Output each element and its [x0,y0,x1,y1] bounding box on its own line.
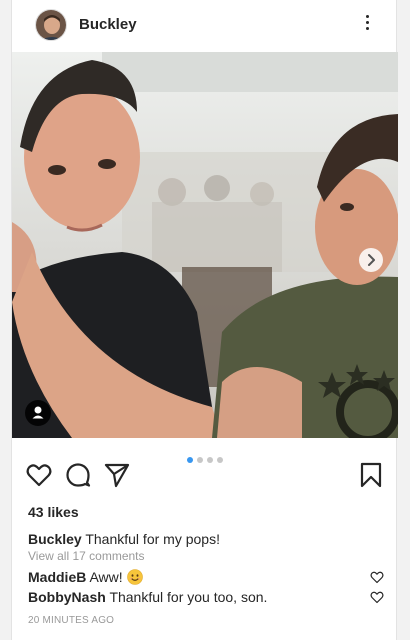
smiling-face-emoji [126,569,143,585]
comment-text: Thankful for you too, son. [109,589,268,605]
carousel-dot [197,457,203,463]
post-photo[interactable] [12,52,398,438]
carousel-dot [217,457,223,463]
more-vertical-icon[interactable] [359,12,375,38]
bookmark-icon[interactable] [357,461,385,489]
caption-text: Thankful for my pops! [85,531,220,547]
post-username[interactable]: Buckley [79,16,137,33]
heart-icon[interactable] [25,461,53,489]
comment-username[interactable]: BobbyNash [28,589,106,605]
comment-username[interactable]: MaddieB [28,569,86,585]
caption-username[interactable]: Buckley [28,531,82,547]
carousel-dot [187,457,193,463]
comment-item: MaddieB Aww! [28,569,143,585]
comment-item: BobbyNash Thankful for you too, son. [28,589,267,605]
view-all-comments-link[interactable]: View all 17 comments [28,549,145,563]
post-header: Buckley [12,0,396,52]
avatar[interactable] [35,9,67,41]
comment-text: Aww! [89,569,123,585]
post-card: Buckley 43 likes Buckley Thankful for my… [11,0,398,640]
post-timestamp: 20 MINUTES AGO [28,615,115,626]
heart-icon[interactable] [370,590,384,604]
user-icon[interactable] [25,400,51,426]
carousel-dot [207,457,213,463]
heart-icon[interactable] [370,570,384,584]
carousel-dots [187,457,223,463]
send-icon[interactable] [103,461,131,489]
comment-icon[interactable] [64,461,92,489]
post-caption: Buckley Thankful for my pops! [28,531,220,547]
likes-count[interactable]: 43 likes [28,504,79,520]
chevron-right-icon[interactable] [359,248,383,272]
